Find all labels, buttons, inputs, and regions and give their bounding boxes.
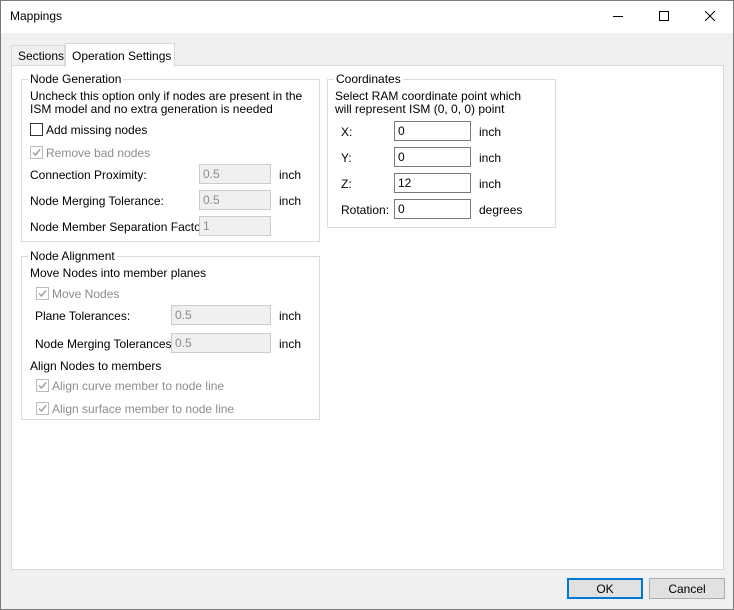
node-member-separation-input[interactable]: 1	[199, 216, 271, 236]
mappings-dialog: Mappings Sections Operation Settings Nod…	[0, 0, 734, 610]
plane-tolerances-label: Plane Tolerances:	[35, 309, 131, 323]
coordinates-group: Coordinates Select RAM coordinate point …	[327, 72, 556, 228]
node-generation-group: Node Generation Uncheck this option only…	[21, 72, 320, 242]
checkmark-icon	[32, 149, 41, 157]
node-merging-tolerances-unit: inch	[279, 337, 302, 351]
remove-bad-nodes-label: Remove bad nodes	[46, 146, 151, 160]
node-member-separation-label: Node Member Separation Factor:	[30, 220, 209, 234]
tab-operation-settings[interactable]: Operation Settings	[65, 43, 175, 67]
y-unit: inch	[479, 151, 502, 165]
connection-proximity-label: Connection Proximity:	[30, 168, 147, 182]
x-label: X:	[341, 125, 353, 139]
z-unit: inch	[479, 177, 502, 191]
move-nodes-checkbox[interactable]	[36, 287, 49, 300]
tab-sections-label: Sections	[18, 49, 65, 63]
close-icon	[705, 11, 715, 21]
coordinates-description-line2: will represent ISM (0, 0, 0) point	[335, 102, 505, 116]
z-label: Z:	[341, 177, 352, 191]
node-merging-tolerance-label: Node Merging Tolerance:	[30, 194, 164, 208]
add-missing-nodes-checkbox[interactable]	[30, 123, 43, 136]
connection-proximity-unit: inch	[279, 168, 302, 182]
node-generation-description-line2: ISM model and no extra generation is nee…	[30, 102, 273, 116]
rotation-unit: degrees	[479, 203, 523, 217]
ok-button[interactable]: OK	[567, 578, 643, 599]
checkmark-icon	[38, 290, 47, 298]
checkmark-icon	[38, 382, 47, 390]
minimize-button[interactable]	[595, 1, 641, 31]
align-nodes-heading: Align Nodes to members	[30, 359, 162, 373]
cancel-button[interactable]: Cancel	[649, 578, 725, 599]
node-alignment-group: Node Alignment Move Nodes into member pl…	[21, 249, 320, 420]
y-label: Y:	[341, 151, 352, 165]
maximize-icon	[659, 11, 669, 21]
add-missing-nodes-label[interactable]: Add missing nodes	[46, 123, 147, 137]
title-bar[interactable]: Mappings	[1, 1, 733, 33]
node-generation-legend: Node Generation	[28, 72, 124, 86]
coordinates-description-line1: Select RAM coordinate point which	[335, 89, 522, 103]
connection-proximity-input[interactable]: 0.5	[199, 164, 271, 184]
move-nodes-label: Move Nodes	[52, 287, 120, 301]
node-alignment-legend: Node Alignment	[28, 249, 117, 263]
tab-operation-settings-label: Operation Settings	[72, 49, 172, 63]
y-input[interactable]: 0	[394, 147, 471, 167]
node-generation-description-line1: Uncheck this option only if nodes are pr…	[30, 89, 303, 103]
node-merging-tolerance-unit: inch	[279, 194, 302, 208]
node-merging-tolerance-input[interactable]: 0.5	[199, 190, 271, 210]
plane-tolerances-input[interactable]: 0.5	[171, 305, 271, 325]
remove-bad-nodes-checkbox[interactable]	[30, 146, 43, 159]
align-curve-checkbox[interactable]	[36, 379, 49, 392]
checkmark-icon	[38, 405, 47, 413]
move-nodes-heading: Move Nodes into member planes	[30, 266, 207, 280]
coordinates-legend: Coordinates	[334, 72, 403, 86]
rotation-input[interactable]: 0	[394, 199, 471, 219]
tab-sections[interactable]: Sections	[11, 45, 65, 66]
node-merging-tolerances-label: Node Merging Tolerances:	[35, 337, 175, 351]
align-surface-label: Align surface member to node line	[52, 402, 235, 416]
node-merging-tolerances-input[interactable]: 0.5	[171, 333, 271, 353]
plane-tolerances-unit: inch	[279, 309, 302, 323]
x-unit: inch	[479, 125, 502, 139]
z-input[interactable]: 12	[394, 173, 471, 193]
x-input[interactable]: 0	[394, 121, 471, 141]
align-curve-label: Align curve member to node line	[52, 379, 225, 393]
window-title: Mappings	[10, 9, 63, 23]
minimize-icon	[613, 16, 623, 17]
maximize-button[interactable]	[641, 1, 687, 31]
close-button[interactable]	[687, 1, 733, 31]
operation-settings-page: Node Generation Uncheck this option only…	[11, 65, 724, 570]
align-surface-checkbox[interactable]	[36, 402, 49, 415]
rotation-label: Rotation:	[341, 203, 390, 217]
